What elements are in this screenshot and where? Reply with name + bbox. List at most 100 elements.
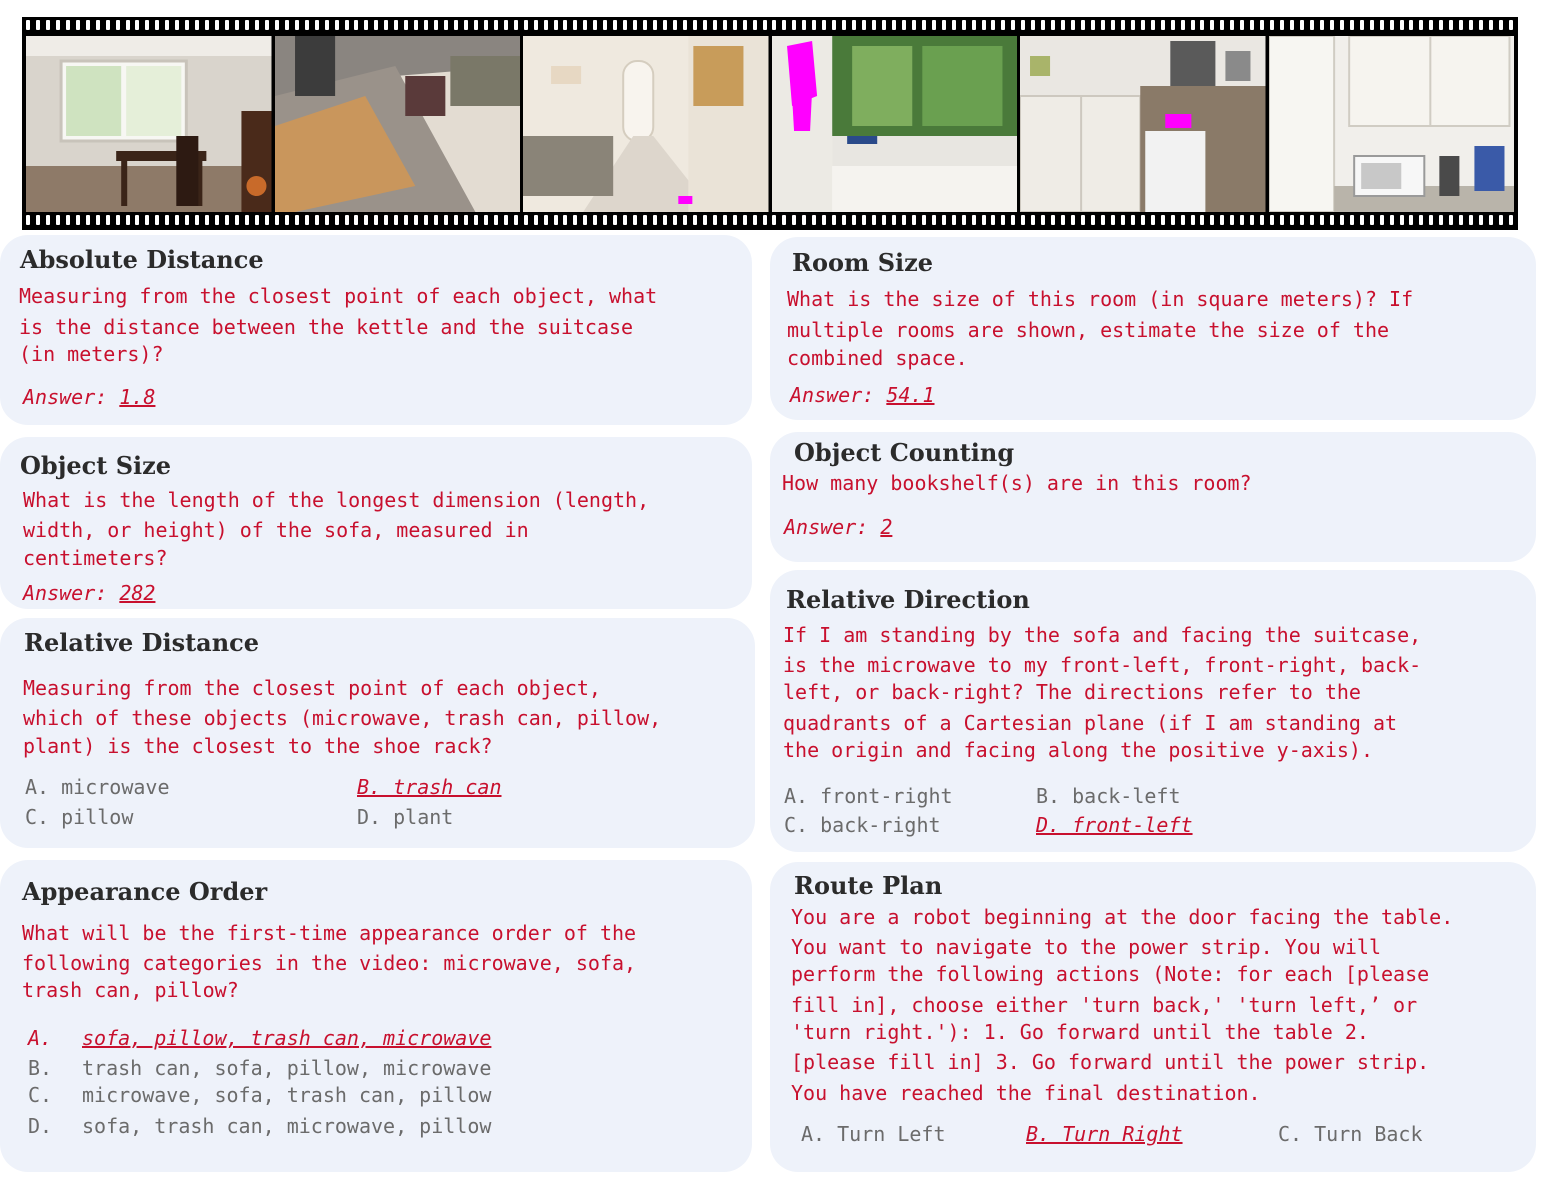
film-hole [1230,20,1235,30]
frame-table-floor [274,36,520,212]
film-hole [414,20,419,30]
question-line: (in meters)? [19,342,164,366]
question-line: [please fill in] 3. Go forward until the… [791,1050,1430,1074]
film-hole [991,215,996,225]
film-hole [802,20,807,30]
question-line: the origin and facing along the positive… [783,738,1374,762]
option-a[interactable]: A. microwave [25,775,170,799]
film-hole [463,215,468,225]
film-hole [523,215,528,225]
film-hole [653,215,658,225]
question-line: following categories in the video: micro… [22,951,637,975]
card-relative-direction: Relative Direction If I am standing by t… [770,570,1536,852]
film-hole [135,20,140,30]
film-hole [842,20,847,30]
film-hole [682,20,687,30]
film-hole [1071,215,1076,225]
film-hole [1170,20,1175,30]
film-hole [1509,20,1514,30]
option-d[interactable]: sofa, trash can, microwave, pillow [82,1114,491,1138]
frame-kitchen-sink [771,36,1017,212]
film-hole [862,215,867,225]
option-a[interactable]: A. front-right [784,784,953,808]
film-hole [672,20,677,30]
option-a-correct[interactable]: sofa, pillow, trash can, microwave [82,1026,491,1050]
film-hole [1120,215,1125,225]
film-hole [1270,215,1275,225]
film-hole [1090,215,1095,225]
film-perforations-top [26,20,1514,32]
film-hole [603,215,608,225]
option-d[interactable]: D. plant [357,805,453,829]
film-hole [1489,20,1494,30]
film-hole [225,215,230,225]
option-d-correct[interactable]: D. front-left [1036,813,1193,837]
film-hole [563,215,568,225]
option-b-correct[interactable]: B. Turn Right [1026,1122,1183,1146]
film-hole [1300,20,1304,30]
film-hole [941,215,946,225]
film-hole [1041,215,1046,225]
film-hole [1429,215,1434,225]
film-hole [404,20,409,30]
film-hole [951,20,956,30]
film-hole [195,20,200,30]
film-hole [722,20,727,30]
option-b[interactable]: B. back-left [1036,784,1181,808]
option-c[interactable]: C. back-right [784,813,941,837]
card-title: Relative Direction [786,585,1030,614]
option-c[interactable]: microwave, sofa, trash can, pillow [82,1083,491,1107]
card-route-plan: Route Plan You are a robot beginning at … [770,862,1536,1172]
film-hole [772,20,777,30]
question-line: You are a robot beginning at the door fa… [791,905,1454,929]
film-hole [692,215,697,225]
film-hole [444,20,449,30]
film-hole [394,20,399,30]
film-hole [722,215,727,225]
film-hole [1280,20,1285,30]
film-hole [205,215,210,225]
option-b-correct[interactable]: B. trash can [357,775,502,799]
film-hole [543,20,548,30]
film-hole [1021,20,1026,30]
question-line: What will be the first-time appearance o… [22,921,637,945]
film-hole [284,215,289,225]
film-hole [324,20,329,30]
frame-kitchen-microwave [1268,36,1514,212]
film-hole [1240,215,1245,225]
film-hole [702,20,707,30]
film-hole [1339,215,1344,225]
film-hole [732,20,737,30]
film-hole [742,20,747,30]
film-hole [881,20,886,30]
film-hole [513,20,518,30]
film-hole [264,215,269,225]
option-c[interactable]: C. Turn Back [1278,1122,1423,1146]
option-c[interactable]: C. pillow [25,805,133,829]
film-hole [473,215,478,225]
film-hole [872,215,877,225]
film-hole [1011,20,1016,30]
film-hole [1260,215,1265,225]
question-line: What is the size of this room (in square… [787,287,1414,311]
option-b[interactable]: trash can, sofa, pillow, microwave [82,1056,491,1080]
question-line: Measuring from the closest point of each… [23,676,601,700]
question-line: 'turn right.'): 1. Go forward until the … [791,1020,1369,1044]
film-hole [244,20,249,30]
film-perforations-bottom [26,215,1514,227]
question-line: quadrants of a Cartesian plane (if I am … [783,711,1398,735]
film-hole [145,215,150,225]
film-hole [802,215,807,225]
film-hole [1160,20,1165,30]
option-a[interactable]: A. Turn Left [801,1122,946,1146]
film-hole [1071,20,1076,30]
film-hole [1489,215,1494,225]
film-hole [941,20,946,30]
film-hole [503,20,508,30]
film-hole [155,215,160,225]
film-hole [434,215,439,225]
film-hole [1499,20,1504,30]
film-hole [772,215,777,225]
film-hole [623,20,628,30]
film-hole [75,215,80,225]
